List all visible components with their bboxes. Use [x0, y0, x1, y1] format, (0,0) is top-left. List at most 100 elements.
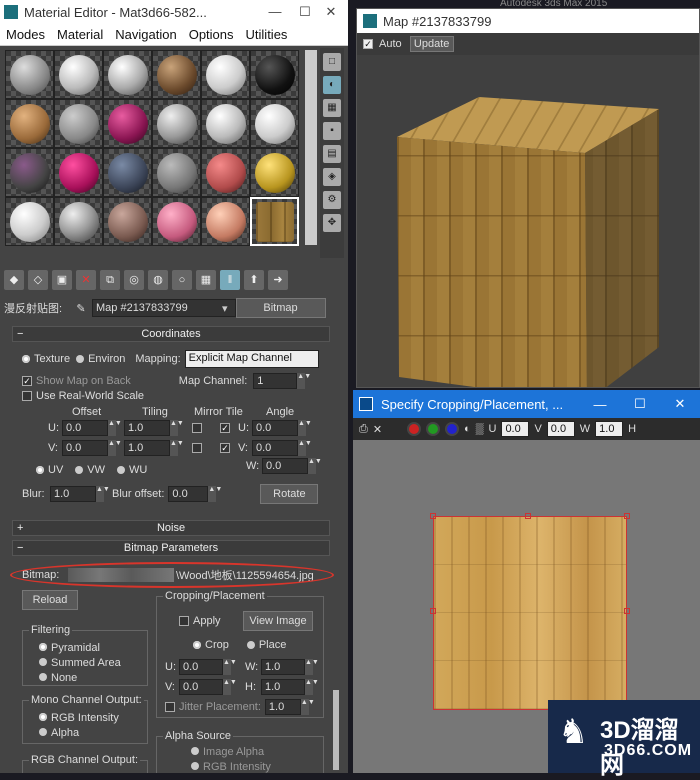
eyedropper-icon[interactable]: ✎ — [70, 302, 92, 315]
sample-slot-selected[interactable] — [250, 197, 299, 246]
sample-slot[interactable] — [152, 50, 201, 99]
blur-offset-field[interactable]: 0.0 — [168, 486, 209, 502]
reload-button[interactable]: Reload — [22, 590, 78, 610]
map-channel-spinner[interactable]: ▲▼ — [297, 373, 311, 389]
video-color-icon[interactable]: ▤ — [323, 145, 341, 163]
update-button[interactable]: Update — [409, 36, 454, 52]
select-by-material-icon[interactable]: ✥ — [323, 214, 341, 232]
coordinates-rollout-header[interactable]: − Coordinates — [12, 326, 330, 342]
crop-handle[interactable] — [430, 513, 436, 519]
map-type-button[interactable]: Bitmap — [235, 298, 326, 318]
sample-slot[interactable] — [5, 197, 54, 246]
sample-slot[interactable] — [201, 148, 250, 197]
make-preview-icon[interactable]: ◈ — [323, 168, 341, 186]
spinner[interactable]: ▲▼ — [298, 440, 312, 456]
sample-slot[interactable] — [54, 99, 103, 148]
sample-slot[interactable] — [5, 50, 54, 99]
v-mirror-checkbox[interactable] — [192, 443, 202, 453]
vw-radio[interactable] — [75, 466, 84, 474]
v-field[interactable]: 0.0 — [546, 421, 575, 437]
get-material-icon[interactable]: ◆ — [4, 270, 24, 290]
menu-material[interactable]: Material — [51, 27, 109, 42]
w-angle-field[interactable]: 0.0 — [262, 458, 308, 474]
sample-slot[interactable] — [54, 148, 103, 197]
summed-area-radio[interactable] — [39, 658, 47, 666]
crop-handle[interactable] — [525, 513, 531, 519]
map-name-field[interactable]: Map #2137833799 — [92, 299, 236, 317]
texture-radio[interactable] — [22, 355, 30, 363]
menu-options[interactable]: Options — [183, 27, 240, 42]
spinner[interactable]: ▲▼ — [96, 486, 110, 502]
crop-image[interactable] — [433, 516, 627, 710]
blur-field[interactable]: 1.0 — [50, 486, 96, 502]
v-tile-checkbox[interactable]: ✓ — [220, 443, 230, 453]
red-channel-icon[interactable] — [407, 422, 422, 436]
crop-radio[interactable] — [193, 641, 201, 649]
show-end-result-icon[interactable]: ‖ — [220, 270, 240, 290]
sample-slot[interactable] — [54, 197, 103, 246]
sample-slot[interactable] — [103, 99, 152, 148]
spinner[interactable]: ▲▼ — [108, 420, 122, 436]
sample-slot[interactable] — [5, 148, 54, 197]
map-viewport[interactable] — [359, 57, 699, 387]
spinner[interactable]: ▲▼ — [208, 486, 222, 502]
u-mirror-checkbox[interactable] — [192, 423, 202, 433]
crop-handle[interactable] — [624, 608, 630, 614]
sample-slot[interactable] — [201, 197, 250, 246]
jitter-field[interactable]: 1.0 — [264, 699, 301, 715]
menu-modes[interactable]: Modes — [0, 27, 51, 42]
show-map-checkbox[interactable]: ✓ — [22, 376, 32, 386]
sample-type-icon[interactable]: □ — [323, 53, 341, 71]
spinner[interactable]: ▲▼ — [170, 440, 184, 456]
bitmap-params-rollout-header[interactable]: − Bitmap Parameters — [12, 540, 330, 556]
u-tiling-field[interactable]: 1.0 — [124, 420, 170, 436]
spinner[interactable]: ▲▼ — [300, 699, 315, 715]
options-icon[interactable]: ⚙ — [323, 191, 341, 209]
clear-icon[interactable]: ✕ — [373, 423, 382, 436]
close-button[interactable]: ✕ — [318, 0, 344, 24]
go-forward-icon[interactable]: ➜ — [268, 270, 288, 290]
maximize-button[interactable]: ☐ — [292, 0, 318, 24]
sample-slot[interactable] — [201, 99, 250, 148]
checker-icon[interactable]: ▒ — [476, 423, 484, 435]
sample-slot[interactable] — [152, 99, 201, 148]
put-to-scene-icon[interactable]: ◇ — [28, 270, 48, 290]
w-field[interactable]: 1.0 — [595, 421, 624, 437]
crop-w-field[interactable]: 1.0 — [261, 659, 305, 675]
rotate-button[interactable]: Rotate — [260, 484, 319, 504]
mapping-dropdown[interactable]: Explicit Map Channel — [184, 350, 319, 368]
close-button[interactable]: ✕ — [660, 396, 700, 412]
backlight-icon[interactable]: ◐ — [323, 76, 341, 94]
material-id-icon[interactable]: ○ — [172, 270, 192, 290]
background-icon[interactable]: ▦ — [323, 99, 341, 117]
image-alpha-radio[interactable] — [191, 747, 199, 755]
spinner[interactable]: ▲▼ — [308, 458, 322, 474]
show-map-icon[interactable]: ▦ — [196, 270, 216, 290]
sample-slot[interactable] — [103, 50, 152, 99]
u-offset-field[interactable]: 0.0 — [62, 420, 108, 436]
spinner[interactable]: ▲▼ — [170, 420, 184, 436]
wu-radio[interactable] — [117, 466, 126, 474]
sample-slot[interactable] — [152, 197, 201, 246]
u-tile-checkbox[interactable]: ✓ — [220, 423, 230, 433]
assign-material-icon[interactable]: ▣ — [52, 270, 72, 290]
menu-navigation[interactable]: Navigation — [109, 27, 182, 42]
alpha-radio[interactable] — [39, 728, 47, 736]
sample-slot[interactable] — [250, 99, 299, 148]
maximize-button[interactable]: ☐ — [620, 396, 660, 412]
slots-scrollbar[interactable] — [305, 50, 317, 245]
apply-checkbox[interactable] — [179, 616, 189, 626]
place-radio[interactable] — [246, 641, 255, 649]
make-unique-icon[interactable]: ◎ — [124, 270, 144, 290]
blue-channel-icon[interactable] — [445, 422, 460, 436]
sample-slot[interactable] — [250, 50, 299, 99]
panel-scrollbar[interactable] — [333, 690, 339, 770]
spinner[interactable]: ▲▼ — [298, 420, 312, 436]
crop-v-field[interactable]: 0.0 — [179, 679, 223, 695]
crop-handle[interactable] — [430, 608, 436, 614]
sample-slot[interactable] — [103, 148, 152, 197]
uv-tiling-icon[interactable]: ▪ — [323, 122, 341, 140]
rgb-intensity-radio[interactable] — [39, 713, 47, 721]
crop-h-field[interactable]: 1.0 — [261, 679, 305, 695]
pyramidal-radio[interactable] — [39, 643, 47, 651]
